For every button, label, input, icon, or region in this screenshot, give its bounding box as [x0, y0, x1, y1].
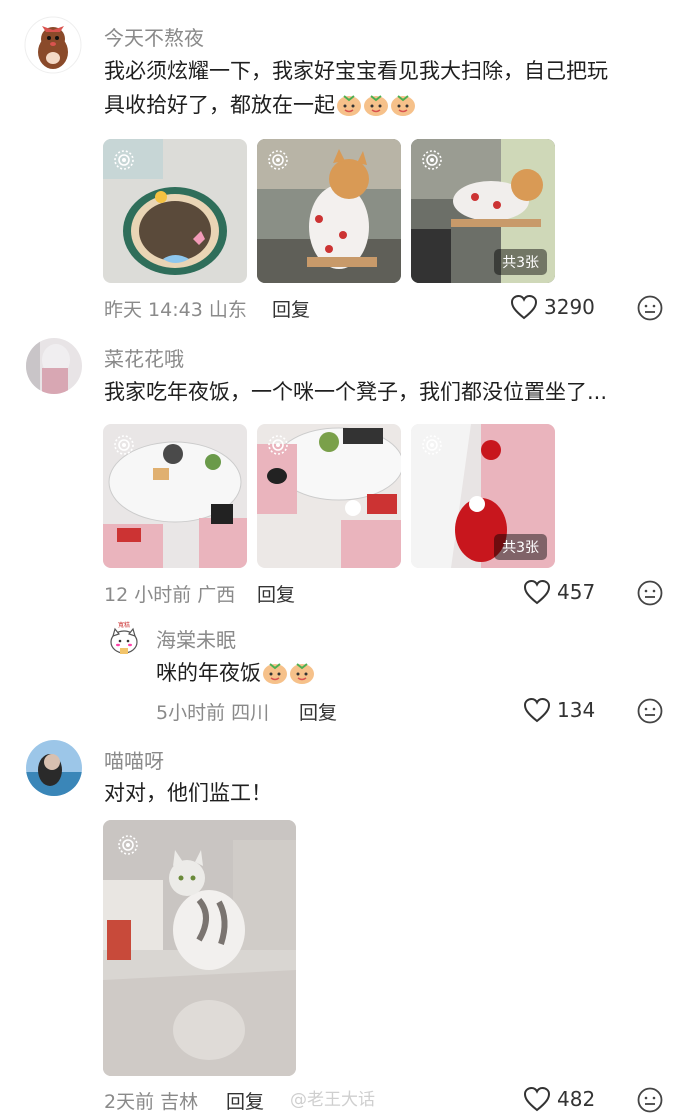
comment-2: 菜花花哦 我家吃年夜饭，一个咪一个凳子，我们都没位置坐了... 共3张 12 小…	[0, 330, 690, 610]
comment-location: 山东	[208, 299, 247, 321]
like-count: 134	[557, 698, 596, 722]
more-options-icon[interactable]	[637, 1087, 663, 1113]
comment-3-reply: 寬糕 海棠未眠 咪的年夜饭 5小时前 四川 回复 134	[0, 610, 690, 738]
comment-location: 吉林	[160, 1091, 199, 1113]
heart-outline-icon	[523, 1086, 551, 1112]
comment-location: 四川	[231, 702, 270, 724]
heart-outline-icon	[523, 697, 551, 723]
comment-4: 喵喵呀 对对，他们监工！ 2天前 吉林 回复 482	[0, 738, 690, 1114]
watermark: @老王大话	[290, 1090, 375, 1110]
like-button[interactable]: 3290	[510, 294, 595, 320]
user-avatar[interactable]	[26, 740, 82, 796]
like-count: 457	[557, 580, 596, 604]
comment-text: 对对，他们监工！	[104, 781, 272, 805]
comment-meta: 2天前 吉林	[104, 1087, 198, 1114]
live-photo-icon	[118, 835, 138, 855]
user-avatar[interactable]	[26, 338, 82, 394]
heart-outline-icon	[510, 294, 538, 320]
comment-meta: 12 小时前 广西	[104, 580, 235, 607]
like-count: 482	[557, 1087, 596, 1111]
username[interactable]: 喵喵呀	[104, 745, 164, 774]
more-options-icon[interactable]	[637, 698, 663, 724]
live-photo-icon	[422, 150, 442, 170]
comment-text-content: 咪的年夜饭	[156, 661, 261, 685]
live-photo-icon	[114, 150, 134, 170]
live-photo-icon	[268, 435, 288, 455]
photo-thumbnail[interactable]	[103, 820, 296, 1076]
fruit-face-emoji	[290, 663, 314, 684]
live-photo-icon	[268, 150, 288, 170]
comment-text: 我必须炫耀一下，我家好宝宝看见我大扫除，自己把玩 具收拾好了，都放在一起	[104, 54, 608, 122]
comment-time: 12 小时前	[104, 584, 192, 606]
photo-thumbnail[interactable]: 共3张	[411, 139, 555, 283]
like-count: 3290	[544, 295, 595, 319]
username[interactable]: 海棠未眠	[156, 624, 236, 653]
comment-text: 咪的年夜饭	[156, 656, 315, 690]
user-avatar[interactable]: 寬糕	[106, 620, 142, 656]
reply-button[interactable]: 回复	[257, 580, 295, 607]
reply-button[interactable]: 回复	[226, 1087, 264, 1114]
photo-thumbnail[interactable]	[257, 424, 401, 568]
reply-button[interactable]: 回复	[272, 295, 310, 322]
comment-text-line-1: 我必须炫耀一下，我家好宝宝看见我大扫除，自己把玩	[104, 59, 608, 83]
avatar-badge-text: 寬糕	[118, 621, 130, 629]
comment-meta: 昨天 14:43 山东	[104, 295, 247, 322]
more-options-icon[interactable]	[637, 580, 663, 606]
photo-thumbnail[interactable]: 共3张	[411, 424, 555, 568]
comment-time: 5小时前	[156, 702, 226, 724]
comment-1: 今天不熬夜 我必须炫耀一下，我家好宝宝看见我大扫除，自己把玩 具收拾好了，都放在…	[0, 0, 690, 330]
reply-button[interactable]: 回复	[299, 698, 337, 725]
photo-thumbnail[interactable]	[103, 424, 247, 568]
more-options-icon[interactable]	[637, 295, 663, 321]
live-photo-icon	[114, 435, 134, 455]
comment-meta: 5小时前 四川	[156, 698, 269, 725]
comment-time: 昨天 14:43	[104, 299, 203, 321]
fruit-face-emoji	[263, 663, 287, 684]
comment-time: 2天前	[104, 1091, 155, 1113]
comment-text-line-2: 具收拾好了，都放在一起	[104, 93, 335, 117]
photo-thumbnail[interactable]	[257, 139, 401, 283]
live-photo-icon	[422, 435, 442, 455]
user-avatar[interactable]	[24, 16, 82, 74]
fruit-face-emoji	[364, 95, 388, 116]
username[interactable]: 今天不熬夜	[104, 22, 204, 51]
image-count-badge: 共3张	[494, 534, 547, 560]
photo-thumbnail[interactable]	[103, 139, 247, 283]
username[interactable]: 菜花花哦	[104, 343, 184, 372]
fruit-face-emoji	[337, 95, 361, 116]
fruit-face-emoji	[391, 95, 415, 116]
comment-text: 我家吃年夜饭，一个咪一个凳子，我们都没位置坐了...	[104, 380, 608, 404]
image-count-badge: 共3张	[494, 249, 547, 275]
heart-outline-icon	[523, 579, 551, 605]
like-button[interactable]: 134	[523, 697, 595, 723]
like-button[interactable]: 457	[523, 579, 595, 605]
like-button[interactable]: 482	[523, 1086, 595, 1112]
comment-location: 广西	[197, 584, 236, 606]
